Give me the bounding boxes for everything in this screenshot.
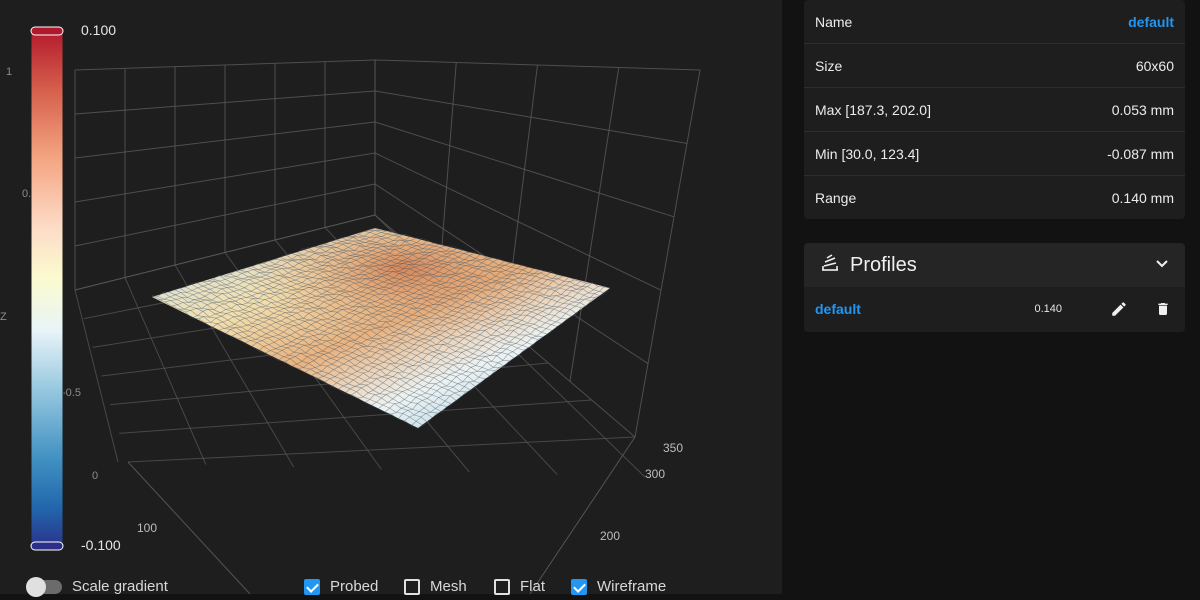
mesh-checkbox[interactable]: Mesh xyxy=(404,578,467,595)
stack-layers-icon xyxy=(820,253,840,278)
delete-trash-icon[interactable] xyxy=(1152,298,1174,320)
grid-line xyxy=(127,436,636,463)
colorscale-bar: 0.100 -0.100 xyxy=(30,22,121,553)
checkbox-unchecked-icon[interactable] xyxy=(494,578,510,595)
info-value: 0.140 mm xyxy=(1111,190,1174,206)
grid-line xyxy=(634,69,701,438)
info-row-min: Min [30.0, 123.4] -0.087 mm xyxy=(804,132,1185,176)
y-tick-label: 350 xyxy=(663,441,683,455)
mesh-label: Mesh xyxy=(430,578,467,595)
toggle-track[interactable] xyxy=(26,576,62,597)
info-row-name: Name default xyxy=(804,0,1185,44)
grid-line xyxy=(119,399,592,434)
profiles-title: Profiles xyxy=(850,253,917,276)
mesh-name-value: default xyxy=(1128,13,1174,30)
grid-line xyxy=(374,121,675,218)
y-tick-label: 300 xyxy=(645,467,665,481)
plot-controls: Scale gradient Probed Mesh Flat Wirefram… xyxy=(0,576,782,600)
info-row-max: Max [187.3, 202.0] 0.053 mm xyxy=(804,88,1185,132)
colorscale-max-handle xyxy=(30,26,64,36)
checkbox-checked-icon[interactable] xyxy=(571,578,587,595)
grid-line xyxy=(374,90,688,144)
profiles-header[interactable]: Profiles xyxy=(804,243,1185,287)
edit-pencil-icon[interactable] xyxy=(1108,298,1130,320)
colorscale-max-label: 0.100 xyxy=(81,22,116,38)
probed-checkbox[interactable]: Probed xyxy=(304,578,378,595)
info-label: Min [30.0, 123.4] xyxy=(815,145,920,162)
info-label: Range xyxy=(815,190,857,206)
z-tick-label: 1 xyxy=(6,66,12,78)
mesh-visualizer-panel: 1 0.5 Z -0.5 0 100 350 300 200 0.100 -0.… xyxy=(0,0,782,597)
grid-line xyxy=(439,62,457,271)
colorscale-min-handle xyxy=(30,541,64,551)
mesh-info-card: Name default Size 60x60 Max [187.3, 202.… xyxy=(804,0,1185,219)
profiles-card: Profiles default 0.140 xyxy=(804,243,1185,332)
wireframe-checkbox[interactable]: Wireframe xyxy=(571,578,666,595)
profile-row[interactable]: default 0.140 xyxy=(804,287,1185,331)
mesh-3d-plot[interactable]: 1 0.5 Z -0.5 0 100 350 300 200 0.100 -0.… xyxy=(0,0,782,594)
y-tick-label: 200 xyxy=(600,529,620,543)
z-tick-label: -0.5 xyxy=(62,387,81,399)
info-label: Max [187.3, 202.0] xyxy=(815,101,931,118)
flat-label: Flat xyxy=(520,578,546,595)
x-tick-label: 100 xyxy=(137,521,157,535)
scale-gradient-toggle[interactable]: Scale gradient xyxy=(26,576,168,597)
z-axis-title: Z xyxy=(0,311,7,323)
scale-gradient-label: Scale gradient xyxy=(72,578,168,595)
info-row-range: Range 0.140 mm xyxy=(804,176,1185,220)
grid-line xyxy=(529,436,636,594)
info-label: Size xyxy=(815,57,843,74)
info-value: 0.053 mm xyxy=(1111,101,1174,118)
colorscale-min-label: -0.100 xyxy=(81,537,121,553)
info-label: Name xyxy=(815,13,853,30)
profile-range: 0.140 xyxy=(1034,303,1062,315)
profile-name[interactable]: default xyxy=(815,301,861,317)
chevron-down-icon[interactable] xyxy=(1155,256,1169,274)
z-tick-label: 0 xyxy=(92,470,98,482)
info-value: 60x60 xyxy=(1135,57,1174,74)
checkbox-checked-icon[interactable] xyxy=(304,578,320,595)
info-row-size: Size 60x60 xyxy=(804,44,1185,88)
info-value: -0.087 mm xyxy=(1107,145,1174,162)
probed-label: Probed xyxy=(330,578,379,595)
wireframe-label: Wireframe xyxy=(597,578,667,595)
grid-line xyxy=(569,67,620,382)
flat-checkbox[interactable]: Flat xyxy=(494,578,545,595)
checkbox-unchecked-icon[interactable] xyxy=(404,578,420,595)
mesh-surface xyxy=(151,228,611,429)
